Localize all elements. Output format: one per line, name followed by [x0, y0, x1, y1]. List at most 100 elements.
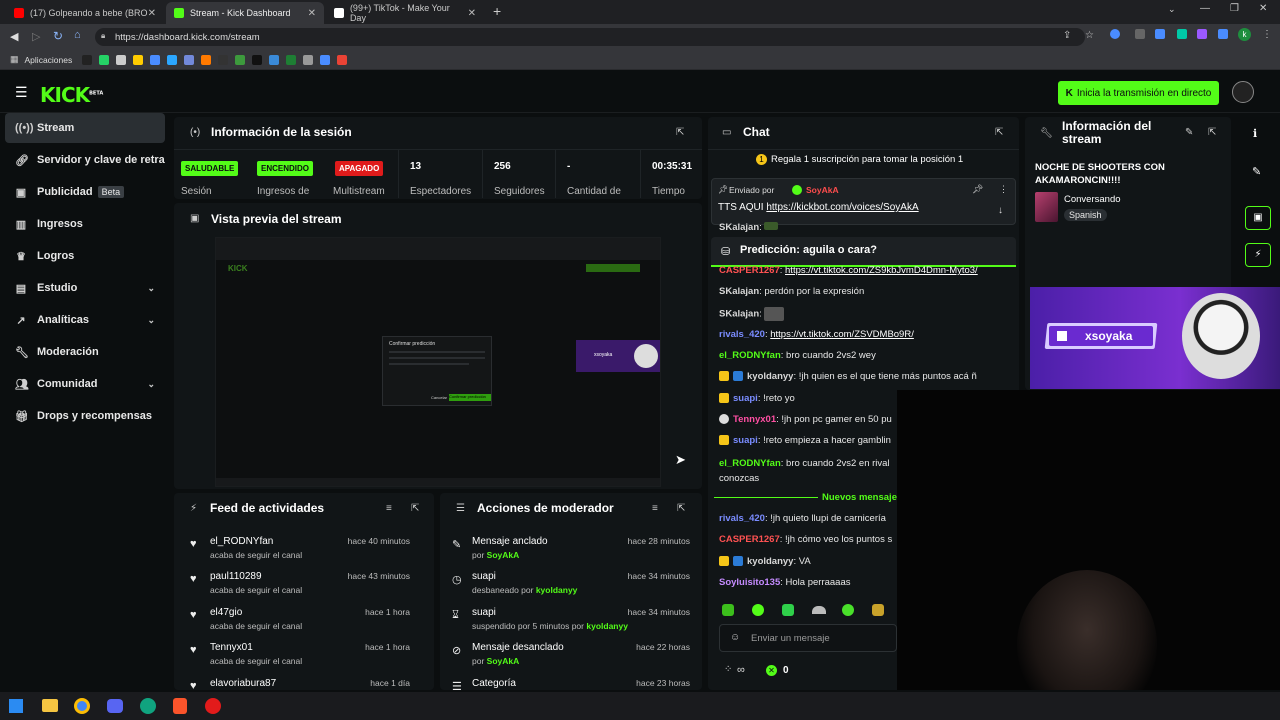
profile-avatar[interactable]: k — [1238, 28, 1251, 41]
chat-message[interactable]: SKalajan: — [719, 307, 1019, 321]
pinned-message[interactable]: 📌︎ Enviado por SoyAkA 📌︎ ⋮ TTS AQUI http… — [711, 178, 1016, 225]
chat-username[interactable]: el_RODNYfan — [719, 350, 781, 361]
mod-action-item[interactable]: ✎ Mensaje anclado por SoyAkA hace 28 minuto… — [440, 536, 698, 572]
filter-icon[interactable]: ≡ — [652, 503, 658, 514]
chat-message[interactable]: kyoldanyy: VA — [719, 556, 897, 567]
menu-kebab-icon[interactable]: ⋮ — [1262, 29, 1272, 40]
chat-username[interactable]: Tennyx01 — [733, 414, 776, 425]
mod-action-item[interactable]: ◷ suapi desbaneado por kyoldanyy hace 34 mi… — [440, 571, 698, 607]
extension-icon[interactable] — [1177, 29, 1187, 39]
chat-username[interactable]: SKalajan — [719, 309, 759, 320]
emote-icon[interactable] — [872, 604, 884, 616]
chat-input[interactable]: ☺ Enviar un mensaje — [719, 624, 897, 652]
user-avatar[interactable] — [1232, 81, 1254, 103]
info-icon[interactable]: ℹ — [1253, 127, 1257, 140]
emote-icon[interactable] — [722, 604, 734, 616]
chat-username[interactable]: suapi — [733, 393, 758, 404]
prediction-banner[interactable]: ⛁ Predicción: aguila o cara? — [711, 237, 1016, 267]
gmail-icon[interactable] — [337, 54, 348, 65]
emote-icon[interactable] — [812, 606, 826, 614]
bookmark-star-icon[interactable]: ☆ — [1085, 30, 1094, 41]
emote-icon[interactable] — [752, 604, 764, 616]
chrome-icon[interactable] — [74, 698, 90, 714]
url-input[interactable]: 🔒︎ https://dashboard.kick.com/stream — [95, 28, 1085, 46]
bookmark-icon[interactable] — [218, 54, 229, 65]
bookmark-icon[interactable] — [252, 54, 263, 65]
bookmark-icon[interactable] — [150, 54, 161, 65]
bookmark-icon[interactable] — [303, 54, 314, 65]
chat-link[interactable]: https://vt.tiktok.com/ZS9kbJvmD4Dmn-Myto… — [785, 265, 978, 276]
extension-icon[interactable] — [1135, 29, 1145, 39]
sidebar-item-stream[interactable]: ((•)) Stream — [5, 113, 165, 143]
expand-icon[interactable]: ↓ — [998, 205, 1003, 216]
go-live-button[interactable]: K Inicia la transmisión en directo — [1058, 81, 1219, 105]
back-icon[interactable]: ◀ — [10, 30, 18, 43]
sub-gift-banner[interactable]: 1 Regala 1 suscripción para tomar la posi… — [756, 154, 963, 165]
mod-user[interactable]: kyoldanyy — [586, 621, 628, 631]
mod-action-item[interactable]: ⊘ Mensaje desanclado por SoyAkA hace 22 hor… — [440, 642, 698, 678]
preview-toggle-button[interactable]: ▣ — [1245, 206, 1271, 230]
activity-item[interactable]: ♥ Tennyx01 acaba de seguir el canal hace 1 … — [178, 642, 418, 678]
chat-username[interactable]: rivals_420 — [719, 329, 765, 340]
restore-icon[interactable]: ❐ — [1230, 3, 1239, 14]
emote-picker-icon[interactable]: ☺ — [730, 632, 740, 643]
edit-pencil-icon[interactable]: ✎ — [1185, 127, 1193, 138]
chat-message[interactable]: CASPER1267: https://vt.tiktok.com/ZS9kbJ… — [719, 265, 1019, 276]
filter-icon[interactable]: ≡ — [386, 503, 392, 514]
new-messages-label[interactable]: Nuevos mensaje — [822, 492, 897, 503]
chat-message[interactable]: Tennyx01: !jh pon pc gamer en 50 pu — [719, 414, 897, 425]
activity-item[interactable]: ♥ paul110289 acaba de seguir el canal hace … — [178, 571, 418, 607]
mod-action-item[interactable]: ☰ Categoría hace 23 horas — [440, 678, 698, 690]
activity-item[interactable]: ♥ el_RODNYfan acaba de seguir el canal hace… — [178, 536, 418, 572]
kick-logo[interactable]: KICKBETA — [40, 83, 103, 107]
whatsapp-icon[interactable] — [99, 54, 110, 65]
extension-icon[interactable] — [1110, 29, 1120, 39]
popout-icon[interactable]: ⇱ — [411, 503, 419, 514]
mod-user[interactable]: SoyAkA — [487, 656, 520, 666]
sidebar-item-drops[interactable]: 🎁︎ Drops y recompensas — [5, 401, 165, 431]
chat-message[interactable]: el_RODNYfan: bro cuando 2vs2 en rival co… — [719, 457, 897, 486]
bookmark-icon[interactable] — [320, 54, 331, 65]
chat-message[interactable]: SKalajan: perdón por la expresión — [719, 286, 1019, 297]
sidebar-item-achievements[interactable]: ♛ Logros — [5, 241, 165, 271]
bookmark-icon[interactable] — [201, 54, 212, 65]
chatgpt-icon[interactable] — [140, 698, 156, 714]
hamburger-menu-icon[interactable]: ☰ — [15, 84, 28, 101]
chat-message[interactable]: kyoldanyy: !jh quien es el que tiene más… — [719, 371, 1019, 382]
chat-username[interactable]: suapi — [733, 435, 758, 446]
puzzle-icon[interactable] — [1155, 29, 1165, 39]
discord-icon[interactable] — [107, 699, 123, 713]
pinned-user[interactable]: SoyAkA — [806, 185, 839, 195]
close-icon[interactable]: ✕ — [308, 8, 316, 19]
chat-message[interactable]: rivals_420: !jh quieto llupi de carnicer… — [719, 513, 897, 524]
bookmark-icon[interactable] — [286, 54, 297, 65]
pinned-link[interactable]: https://kickbot.com/voices/SoyAkA — [766, 202, 918, 213]
chat-username[interactable]: Soyluisito135 — [719, 577, 780, 588]
pin-toggle-icon[interactable]: 📌︎ — [972, 184, 983, 195]
mod-user[interactable]: SoyAkA — [487, 550, 520, 560]
share-icon[interactable]: ⇪ — [1063, 30, 1071, 41]
browser-tab[interactable]: (99+) TikTok - Make Your Day ✕ — [326, 2, 484, 24]
bookmark-icon[interactable] — [82, 54, 93, 65]
chat-username[interactable]: rivals_420 — [719, 513, 765, 524]
bookmark-icon[interactable] — [116, 54, 127, 65]
popout-icon[interactable]: ⇱ — [676, 127, 684, 138]
bookmark-icon[interactable] — [133, 54, 144, 65]
chat-message[interactable]: Soyluisito135: Hola perraaaas — [719, 577, 897, 588]
chat-message[interactable]: el_RODNYfan: bro cuando 2vs2 wey — [719, 350, 1019, 361]
brave-icon[interactable] — [173, 698, 187, 714]
reload-icon[interactable]: ↻ — [53, 29, 63, 43]
chat-username[interactable]: SKalajan — [719, 222, 759, 233]
chat-message[interactable]: SKalajan: — [719, 222, 897, 233]
tab-search-icon[interactable]: ⌄ — [1168, 4, 1176, 15]
category-thumbnail[interactable] — [1035, 192, 1058, 222]
apps-label[interactable]: Aplicaciones — [25, 55, 73, 65]
chat-username[interactable]: CASPER1267 — [719, 534, 780, 545]
windows-start-icon[interactable] — [9, 699, 23, 713]
chat-message[interactable]: suapi: !reto yo — [719, 393, 897, 404]
sidebar-item-community[interactable]: 👥︎ Comunidad ⌄ — [5, 369, 165, 399]
sidebar-item-server-key[interactable]: 🔗︎ Servidor y clave de retransmisión — [5, 145, 165, 175]
apps-grid-icon[interactable]: ▦ — [10, 54, 19, 65]
browser-tab[interactable]: (17) Golpeando a bebe (BROMA ✕ — [6, 2, 164, 24]
popout-icon[interactable]: ⇱ — [1208, 127, 1216, 138]
